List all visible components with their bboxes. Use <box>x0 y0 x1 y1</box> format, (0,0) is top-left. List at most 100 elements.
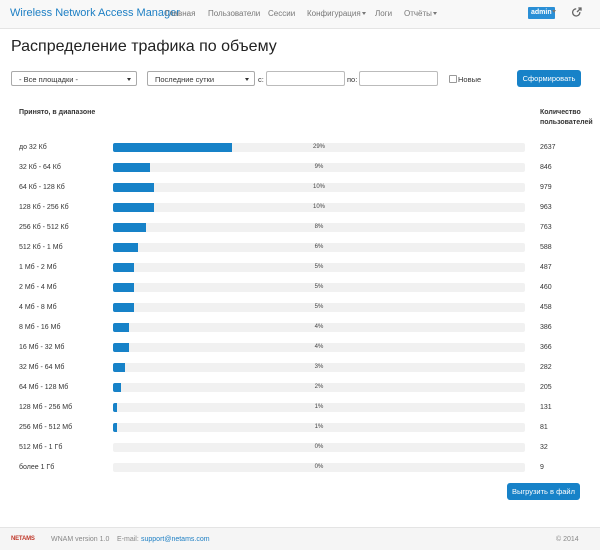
export-button[interactable]: Выгрузить в файл <box>507 483 580 500</box>
range-label: 128 Кб - 256 Кб <box>19 204 69 211</box>
progress-track: 1% <box>113 403 525 412</box>
footer: NETAMS WNAM version 1.0 E-mail: support@… <box>0 527 600 550</box>
caret-down-icon <box>432 12 437 16</box>
logout-icon[interactable] <box>572 7 582 17</box>
user-count: 487 <box>540 264 552 271</box>
generate-button[interactable]: Сформировать <box>517 70 581 87</box>
user-menu-button[interactable]: admin <box>528 7 555 19</box>
progress-track: 10% <box>113 203 525 212</box>
email-label: E-mail: <box>117 536 139 543</box>
progress-track: 0% <box>113 463 525 472</box>
user-count: 458 <box>540 304 552 311</box>
nav-item-users[interactable]: Пользователи <box>208 9 260 18</box>
column-header-count-line2: пользователей <box>540 119 593 126</box>
nav-item-sessions[interactable]: Сессии <box>268 9 295 18</box>
progress-track: 8% <box>113 223 525 232</box>
progress-track: 0% <box>113 443 525 452</box>
percent-label: 29% <box>312 144 325 150</box>
from-date-input[interactable] <box>266 71 345 86</box>
percent-label: 2% <box>314 384 324 390</box>
period-select-value: Последние сутки <box>155 75 215 84</box>
email-link[interactable]: support@netams.com <box>141 536 210 543</box>
progress-track: 10% <box>113 183 525 192</box>
user-count: 9 <box>540 464 544 471</box>
range-label: 64 Кб - 128 Кб <box>19 184 65 191</box>
column-header-range: Принято, в диапазоне <box>19 109 96 116</box>
progress-track: 1% <box>113 423 525 432</box>
range-label: 8 Мб - 16 Мб <box>19 324 61 331</box>
range-label: более 1 Гб <box>19 464 55 471</box>
nav-item-home[interactable]: Главная <box>165 9 195 18</box>
user-count: 386 <box>540 324 552 331</box>
version-text: WNAM version 1.0 <box>51 536 110 543</box>
new-label: Новые <box>458 75 482 84</box>
period-select[interactable]: Последние сутки <box>147 71 255 86</box>
progress-track: 3% <box>113 363 525 372</box>
column-header-count-line1: Количество <box>540 109 581 116</box>
percent-label: 4% <box>314 344 324 350</box>
percent-label: 0% <box>314 444 324 450</box>
percent-label: 5% <box>314 304 324 310</box>
percent-label: 0% <box>314 464 324 470</box>
user-count: 2637 <box>540 144 556 151</box>
percent-label: 1% <box>314 424 324 430</box>
site-select[interactable]: - Все площадки - <box>11 71 137 86</box>
range-label: 1 Мб - 2 Мб <box>19 264 57 271</box>
progress-track: 5% <box>113 263 525 272</box>
range-label: до 32 Кб <box>19 144 47 151</box>
user-menu-caret-icon[interactable] <box>552 10 556 13</box>
range-label: 32 Кб - 64 Кб <box>19 164 61 171</box>
percent-label: 10% <box>312 184 325 190</box>
percent-label: 8% <box>314 224 324 230</box>
new-checkbox[interactable] <box>449 75 457 83</box>
range-label: 32 Мб - 64 Мб <box>19 364 65 371</box>
progress-track: 9% <box>113 163 525 172</box>
percent-label: 3% <box>314 364 324 370</box>
netams-logo: NETAMS <box>11 536 35 542</box>
progress-track: 5% <box>113 283 525 292</box>
progress-track: 4% <box>113 343 525 352</box>
nav-item-reports[interactable]: Отчёты <box>404 9 437 18</box>
site-select-value: - Все площадки - <box>19 75 79 84</box>
percent-label: 6% <box>314 244 324 250</box>
user-count: 366 <box>540 344 552 351</box>
progress-track: 29% <box>113 143 525 152</box>
user-count: 131 <box>540 404 552 411</box>
percent-label: 5% <box>314 264 324 270</box>
user-count: 282 <box>540 364 552 371</box>
page-title: Распределение трафика по объему <box>11 38 277 55</box>
user-count: 81 <box>540 424 548 431</box>
progress-track: 5% <box>113 303 525 312</box>
percent-label: 9% <box>314 164 324 170</box>
percent-label: 5% <box>314 284 324 290</box>
brand-link[interactable]: Wireless Network Access Manager <box>10 7 180 19</box>
range-label: 256 Мб - 512 Мб <box>19 424 73 431</box>
progress-track: 4% <box>113 323 525 332</box>
to-date-input[interactable] <box>359 71 438 86</box>
caret-down-icon <box>127 78 131 81</box>
column-header-count: Количество пользователей <box>540 108 593 128</box>
navbar: Wireless Network Access Manager Главная … <box>0 0 600 29</box>
from-label: с: <box>258 75 264 84</box>
range-label: 512 Мб - 1 Гб <box>19 444 63 451</box>
caret-down-icon <box>245 78 249 81</box>
range-label: 4 Мб - 8 Мб <box>19 304 57 311</box>
range-label: 2 Мб - 4 Мб <box>19 284 57 291</box>
user-count: 460 <box>540 284 552 291</box>
range-label: 64 Мб - 128 Мб <box>19 384 69 391</box>
user-count: 846 <box>540 164 552 171</box>
progress-track: 2% <box>113 383 525 392</box>
range-label: 16 Мб - 32 Мб <box>19 344 65 351</box>
range-label: 128 Мб - 256 Мб <box>19 404 73 411</box>
user-count: 763 <box>540 224 552 231</box>
percent-label: 4% <box>314 324 324 330</box>
user-count: 588 <box>540 244 552 251</box>
range-label: 256 Кб - 512 Кб <box>19 224 69 231</box>
nav-item-logs[interactable]: Логи <box>375 9 392 18</box>
copyright: © 2014 <box>556 536 579 543</box>
caret-down-icon <box>361 12 366 16</box>
user-count: 205 <box>540 384 552 391</box>
nav-item-configuration[interactable]: Конфигурация <box>307 9 366 18</box>
range-label: 512 Кб - 1 Мб <box>19 244 63 251</box>
percent-label: 10% <box>312 204 325 210</box>
